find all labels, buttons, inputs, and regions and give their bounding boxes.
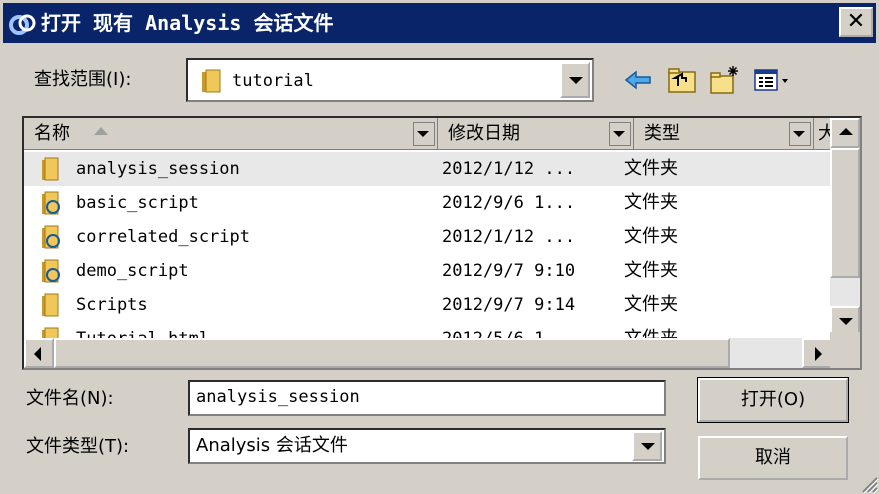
new-folder-icon[interactable] xyxy=(708,64,740,96)
lookin-label: 查找范围(I): xyxy=(34,69,132,90)
vertical-scrollbar[interactable] xyxy=(830,118,860,336)
title-bar[interactable]: 打开 现有 Analysis 会话文件 ✕ xyxy=(3,3,876,43)
script-folder-icon xyxy=(42,225,60,249)
list-item[interactable]: Scripts 2012/9/7 9:14 文件夹 xyxy=(24,288,832,322)
scroll-right-button[interactable] xyxy=(802,338,832,368)
column-name-dropdown[interactable] xyxy=(413,122,435,146)
back-arrow-icon[interactable] xyxy=(622,64,654,96)
app-icon xyxy=(9,14,36,35)
window-title: 打开 现有 Analysis 会话文件 xyxy=(41,11,334,35)
filetype-dropdown-arrow[interactable] xyxy=(632,431,662,461)
column-header-name[interactable]: 名称 xyxy=(24,118,438,150)
list-item[interactable]: basic_script 2012/9/6 1... 文件夹 xyxy=(24,186,832,220)
scroll-left-button[interactable] xyxy=(24,338,54,368)
column-type-dropdown[interactable] xyxy=(789,122,811,146)
lookin-dropdown[interactable]: tutorial xyxy=(186,58,594,102)
column-date-dropdown[interactable] xyxy=(609,122,631,146)
folder-icon xyxy=(42,157,59,181)
resize-grip-icon[interactable] xyxy=(857,472,879,494)
scroll-up-button[interactable] xyxy=(830,118,860,148)
horizontal-scrollbar[interactable] xyxy=(24,338,832,368)
lookin-value: tutorial xyxy=(232,71,314,91)
open-button[interactable]: 打开(O) xyxy=(697,377,849,423)
script-folder-icon xyxy=(42,191,60,215)
vertical-scroll-thumb[interactable] xyxy=(830,148,860,278)
list-item[interactable]: demo_script 2012/9/7 9:10 文件夹 xyxy=(24,254,832,288)
filename-label: 文件名(N): xyxy=(26,388,114,409)
scrollbar-corner xyxy=(830,332,860,368)
folder-icon xyxy=(202,69,221,93)
folder-icon xyxy=(42,293,59,317)
column-header-date[interactable]: 修改日期 xyxy=(438,118,634,150)
sort-ascending-icon xyxy=(94,127,108,135)
filetype-value: Analysis 会话文件 xyxy=(196,435,348,456)
lookin-dropdown-arrow[interactable] xyxy=(560,62,590,98)
list-item[interactable]: correlated_script 2012/1/12 ... 文件夹 xyxy=(24,220,832,254)
filename-input[interactable]: analysis_session xyxy=(188,380,666,416)
close-button[interactable]: ✕ xyxy=(839,7,873,37)
filetype-label: 文件类型(T): xyxy=(26,436,130,457)
horizontal-scroll-thumb[interactable] xyxy=(54,338,730,368)
up-folder-icon[interactable] xyxy=(666,64,698,96)
view-menu-icon[interactable] xyxy=(752,64,792,96)
list-item[interactable]: analysis_session 2012/1/12 ... 文件夹 xyxy=(24,152,832,186)
filetype-dropdown[interactable]: Analysis 会话文件 xyxy=(188,428,666,464)
file-list[interactable]: 名称 修改日期 类型 大小 analysis_session 2012/1/12… xyxy=(22,116,862,370)
column-header-type[interactable]: 类型 xyxy=(634,118,814,150)
cancel-button[interactable]: 取消 xyxy=(698,436,848,480)
script-folder-icon xyxy=(42,259,60,283)
